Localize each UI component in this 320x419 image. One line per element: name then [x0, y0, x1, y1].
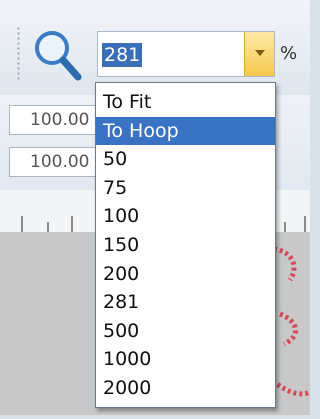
zoom-option-200[interactable]: 200 [96, 260, 275, 289]
zoom-option-150[interactable]: 150 [96, 231, 275, 260]
zoom-value[interactable]: 281 [102, 43, 143, 67]
zoom-option-to-fit[interactable]: To Fit [96, 88, 275, 117]
chevron-down-icon [255, 50, 265, 56]
zoom-option-to-hoop[interactable]: To Hoop [96, 116, 275, 146]
zoom-option-50[interactable]: 50 [96, 145, 275, 174]
height-field[interactable]: 100.00 [9, 147, 99, 177]
zoom-option-281[interactable]: 281 [96, 288, 275, 317]
zoom-option-100[interactable]: 100 [96, 202, 275, 231]
magnifier-icon[interactable] [30, 26, 86, 84]
zoom-dropdown-button[interactable] [244, 32, 274, 76]
zoom-combobox[interactable]: 281 [97, 31, 275, 77]
width-field[interactable]: 100.00 [9, 105, 99, 135]
percent-label: % [280, 43, 298, 64]
zoom-option-1000[interactable]: 1000 [96, 345, 275, 374]
zoom-option-500[interactable]: 500 [96, 317, 275, 346]
zoom-dropdown-list: To Fit To Hoop 50 75 100 150 200 281 500… [95, 82, 276, 408]
toolbar-grip[interactable] [17, 26, 20, 82]
zoom-option-75[interactable]: 75 [96, 174, 275, 203]
zoom-option-2000[interactable]: 2000 [96, 374, 275, 403]
